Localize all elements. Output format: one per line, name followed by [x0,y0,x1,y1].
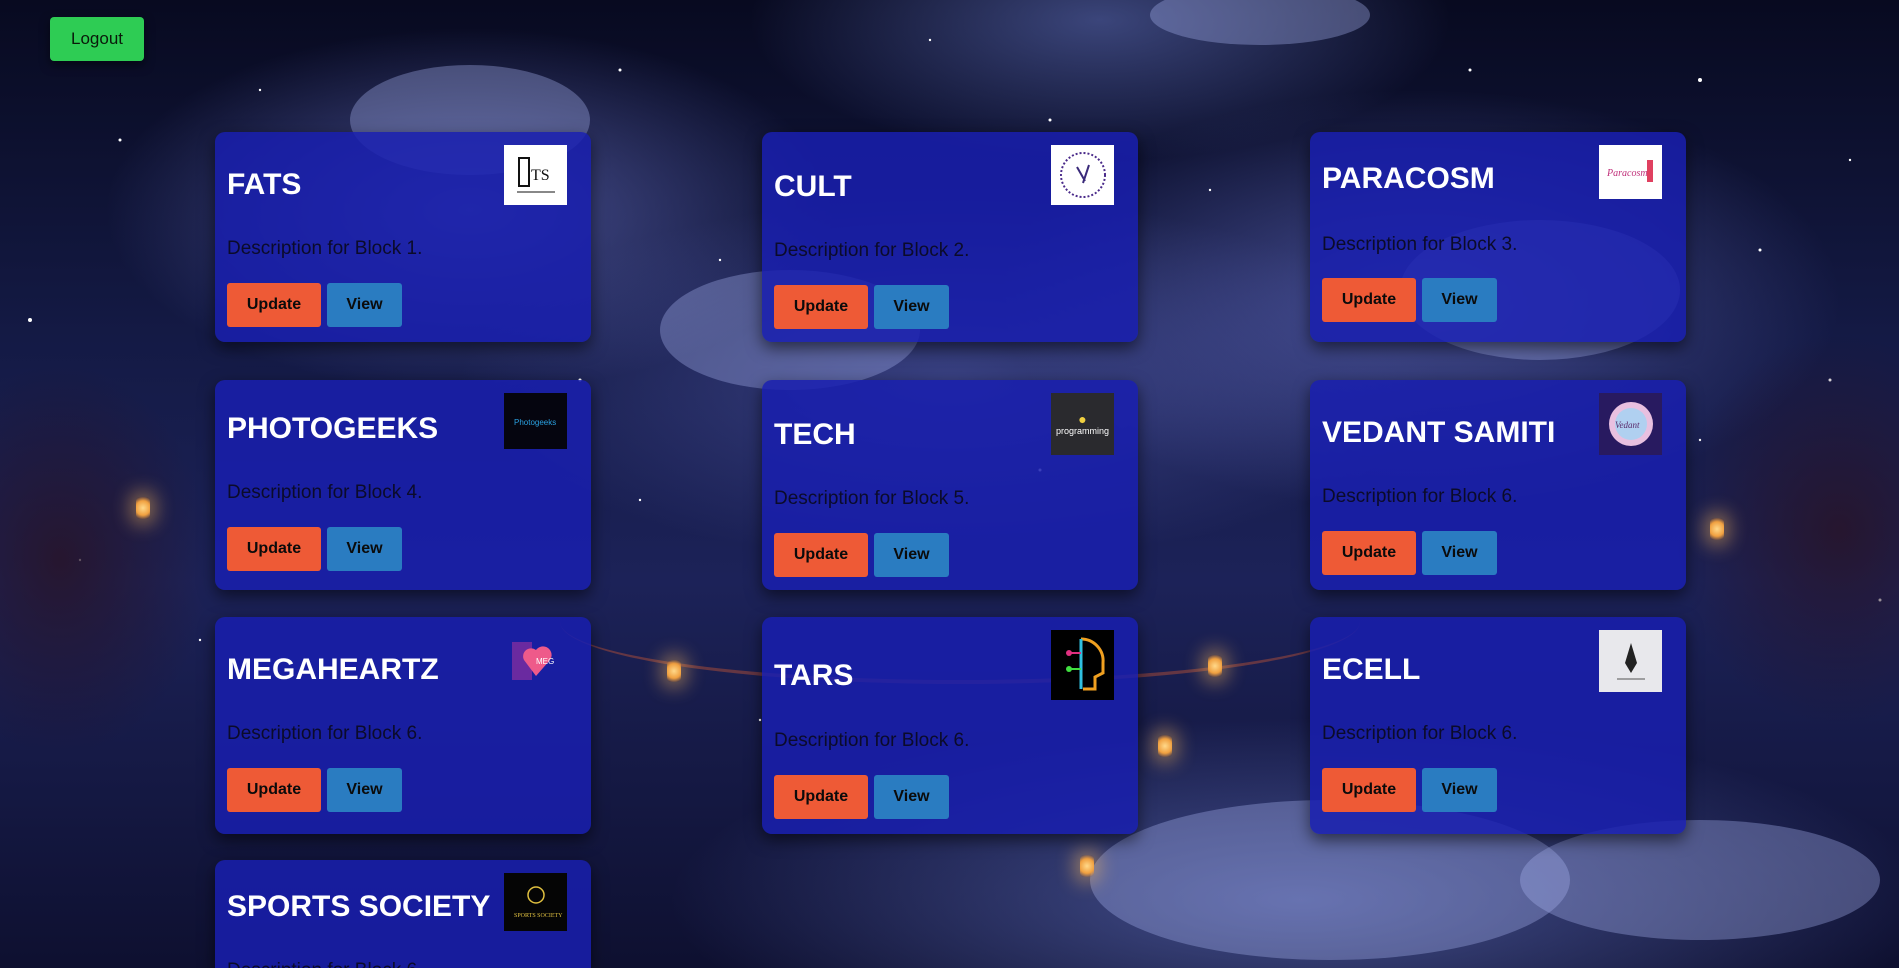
tech-logo-icon: ● programming [1051,393,1114,455]
view-button[interactable]: View [1422,278,1497,322]
card-description: Description for Block 5. [774,488,970,509]
tech-logo-text: programming [1055,426,1110,436]
update-button[interactable]: Update [774,285,868,329]
update-button[interactable]: Update [774,533,868,577]
view-button[interactable]: View [874,533,949,577]
club-card-paracosm: PARACOSM Paracosm Description for Block … [1310,132,1686,342]
view-button[interactable]: View [327,527,402,571]
card-title: SPORTS SOCIETY [227,890,491,923]
club-card-cult: CULT Description for Block 2. Update Vie… [762,132,1138,342]
card-description: Description for Block 3. [1322,234,1518,255]
svg-text:Vedant: Vedant [1615,420,1640,430]
logout-button[interactable]: Logout [50,17,144,61]
lantern-icon [1710,518,1724,540]
club-card-photogeeks: PHOTOGEEKS Photogeeks Description for Bl… [215,380,591,590]
view-button[interactable]: View [874,285,949,329]
card-title: TECH [774,418,856,451]
cult-logo-icon [1051,145,1114,205]
view-button[interactable]: View [327,283,402,327]
card-title: PHOTOGEEKS [227,412,439,445]
view-button[interactable]: View [327,768,402,812]
tars-logo-icon [1051,630,1114,700]
club-card-ecell: ECELL Description for Block 6. Update Vi… [1310,617,1686,834]
lightbulb-icon: ● [1078,411,1087,427]
megaheartz-logo-icon: MEG [504,630,567,692]
lantern-icon [1158,735,1172,757]
card-description: Description for Block 2. [774,240,970,261]
view-button[interactable]: View [1422,531,1497,575]
card-description: Description for Block 4. [227,482,423,503]
view-button[interactable]: View [874,775,949,819]
view-button[interactable]: View [1422,768,1497,812]
lantern-icon [1080,855,1094,877]
svg-text:MEG: MEG [536,657,554,666]
photogeeks-logo-icon: Photogeeks [504,393,567,449]
paracosm-logo-icon: Paracosm [1599,145,1662,199]
svg-text:Paracosm: Paracosm [1606,168,1648,179]
card-title: FATS [227,168,302,201]
update-button[interactable]: Update [1322,531,1416,575]
lantern-icon [667,660,681,682]
update-button[interactable]: Update [227,283,321,327]
card-description: Description for Block 6. [227,960,422,968]
club-card-fats: FATS TS Description for Block 1. Update … [215,132,591,342]
club-card-megaheartz: MEGAHEARTZ MEG Description for Block 6. … [215,617,591,834]
fats-logo-icon: TS [504,145,567,205]
ecell-logo-icon [1599,630,1662,692]
card-title: VEDANT SAMITI [1322,416,1556,449]
card-description: Description for Block 6. [774,730,970,751]
lantern-icon [1208,655,1222,677]
card-title: ECELL [1322,653,1421,686]
update-button[interactable]: Update [1322,278,1416,322]
club-card-tech: TECH ● programming Description for Block… [762,380,1138,590]
club-card-sports-society: SPORTS SOCIETY SPORTS SOCIETY Descriptio… [215,860,591,968]
svg-text:SPORTS SOCIETY: SPORTS SOCIETY [514,913,563,919]
card-description: Description for Block 6. [227,723,423,744]
card-title: CULT [774,170,852,203]
svg-text:Photogeeks: Photogeeks [514,418,556,427]
update-button[interactable]: Update [1322,768,1416,812]
lantern-icon [136,497,150,519]
card-title: PARACOSM [1322,162,1495,195]
update-button[interactable]: Update [227,768,321,812]
card-title: MEGAHEARTZ [227,653,439,686]
club-card-tars: TARS Description for Block 6. Update Vie… [762,617,1138,834]
club-card-vedant-samiti: VEDANT SAMITI Vedant Description for Blo… [1310,380,1686,590]
card-description: Description for Block 1. [227,238,423,259]
card-title: TARS [774,659,854,692]
card-description: Description for Block 6. [1322,723,1518,744]
sports-society-logo-icon: SPORTS SOCIETY [504,873,567,931]
svg-text:TS: TS [531,167,550,184]
update-button[interactable]: Update [774,775,868,819]
update-button[interactable]: Update [227,527,321,571]
card-description: Description for Block 6. [1322,486,1518,507]
vedant-samiti-logo-icon: Vedant [1599,393,1662,455]
